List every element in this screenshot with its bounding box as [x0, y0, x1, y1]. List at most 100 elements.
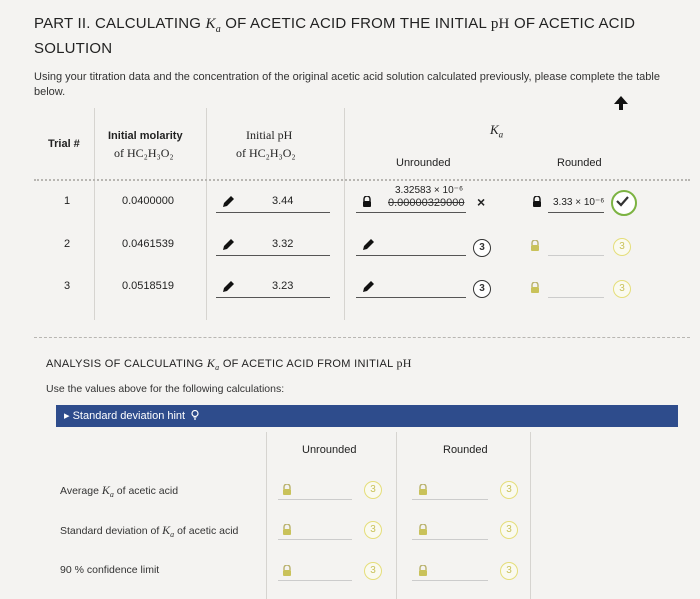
std-dev-ka-unrounded-attempts: 3 [364, 521, 382, 539]
analysis-heading-k: K [206, 356, 216, 370]
header-rounded: Rounded [557, 157, 602, 169]
header-molarity: Initial molarity [108, 130, 183, 142]
lock-icon [533, 196, 541, 207]
header-unrounded: Unrounded [396, 157, 451, 169]
pencil-icon[interactable] [221, 238, 235, 252]
grid-line [266, 432, 267, 599]
row1-unrounded-struck: 0.00000329000 [388, 197, 465, 209]
check-icon [611, 190, 637, 216]
header-ka: Ka [490, 122, 503, 140]
row2-molarity: 0.0461539 [122, 238, 174, 250]
label-part: Average [60, 485, 102, 497]
row1-rounded-value: 3.33 × 10⁻⁶ [553, 197, 605, 208]
pencil-icon[interactable] [221, 280, 235, 294]
lock-icon [419, 484, 427, 495]
average-ka-rounded-input[interactable] [412, 499, 488, 500]
analysis-heading-text-1: ANALYSIS OF CALCULATING [46, 358, 207, 370]
lightbulb-icon [191, 409, 199, 420]
std-dev-ka-label: Standard deviation of Ka of acetic acid [60, 523, 238, 539]
title-text-3: OF ACETIC ACID [509, 15, 636, 32]
row3-unrounded-input[interactable] [356, 297, 466, 298]
lock-icon [283, 565, 291, 576]
label-part: of acetic acid [174, 525, 239, 537]
row2-rounded-attempts-badge: 3 [613, 238, 631, 256]
row3-molarity: 0.0518519 [122, 280, 174, 292]
row3-rounded-input[interactable] [548, 297, 604, 298]
row2-rounded-input[interactable] [548, 255, 604, 256]
section-divider [34, 337, 690, 338]
analysis-header-unrounded: Unrounded [302, 444, 357, 456]
title-text-4: SOLUTION [34, 40, 113, 57]
confidence-limit-unrounded-input[interactable] [278, 580, 352, 581]
grid-line [530, 432, 531, 599]
grid-line [396, 432, 397, 599]
hint-label: ▸ Standard deviation hint [64, 410, 186, 422]
row1-molarity: 0.0400000 [122, 195, 174, 207]
page-title: PART II. CALCULATING Ka OF ACETIC ACID F… [34, 14, 674, 58]
row3-ph-underline [216, 297, 330, 298]
label-k: K [162, 523, 171, 537]
std-dev-ka-rounded-input[interactable] [412, 539, 488, 540]
average-ka-rounded-attempts: 3 [500, 481, 518, 499]
header-molarity-formula: of HC₂H₃O₂ [114, 146, 174, 160]
lock-icon [363, 196, 371, 207]
header-trial: Trial # [48, 138, 80, 150]
std-dev-ka-rounded-attempts: 3 [500, 521, 518, 539]
confidence-limit-rounded-attempts: 3 [500, 562, 518, 580]
row1-unrounded-underline [356, 212, 466, 213]
analysis-heading-ph: pH [396, 356, 412, 370]
header-ka-k: K [490, 122, 499, 137]
row1-unrounded-value: 3.32583 × 10⁻⁶ [395, 185, 464, 196]
lock-icon [419, 565, 427, 576]
confidence-limit-label: 90 % confidence limit [60, 564, 160, 576]
title-ph: pH [490, 16, 510, 32]
pencil-icon[interactable] [361, 280, 375, 294]
label-part: of acetic acid [113, 485, 179, 497]
row2-unrounded-input[interactable] [356, 255, 466, 256]
lock-icon [531, 240, 539, 251]
confidence-limit-rounded-input[interactable] [412, 580, 488, 581]
row1-rounded-underline [548, 212, 604, 213]
header-ph-formula: of HC₂H₃O₂ [236, 146, 296, 160]
header-ph: Initial pH [246, 128, 293, 142]
analysis-instruction: Use the values above for the following c… [46, 383, 285, 395]
row1-trial: 1 [64, 195, 71, 207]
title-k: K [205, 16, 216, 32]
row2-trial: 2 [64, 238, 71, 250]
row3-trial: 3 [64, 280, 71, 292]
row3-ph: 3.23 [272, 280, 294, 292]
grid-line [94, 108, 95, 320]
lock-icon [419, 524, 427, 535]
analysis-heading: ANALYSIS OF CALCULATING Ka OF ACETIC ACI… [46, 356, 412, 372]
label-k: K [101, 483, 110, 497]
lock-icon [531, 282, 539, 293]
header-separator [34, 179, 690, 181]
cursor-icon [614, 96, 628, 110]
row1-ph: 3.44 [272, 195, 294, 207]
row1-ph-underline [216, 212, 330, 213]
wrong-mark-icon: × [477, 194, 486, 210]
title-text-1: PART II. CALCULATING [34, 15, 206, 32]
row2-ph: 3.32 [272, 238, 294, 250]
header-ka-sub: a [498, 129, 504, 140]
analysis-header-rounded: Rounded [443, 444, 488, 456]
grid-line [344, 108, 345, 320]
standard-deviation-hint[interactable]: ▸ Standard deviation hint [56, 405, 678, 427]
pencil-icon[interactable] [221, 195, 235, 209]
title-text-2: OF ACETIC ACID FROM THE INITIAL [220, 15, 491, 32]
average-ka-unrounded-input[interactable] [278, 499, 352, 500]
intro-text: Using your titration data and the concen… [34, 71, 660, 98]
average-ka-label: Average Ka of acetic acid [60, 483, 178, 499]
analysis-heading-text-2: OF ACETIC ACID FROM INITIAL [219, 358, 397, 370]
lock-icon [283, 524, 291, 535]
std-dev-ka-unrounded-input[interactable] [278, 539, 352, 540]
row2-ph-underline [216, 255, 330, 256]
grid-line [206, 108, 207, 320]
label-part: Standard deviation of [60, 525, 163, 537]
average-ka-unrounded-attempts: 3 [364, 481, 382, 499]
row2-attempts-badge: 3 [473, 239, 491, 257]
row3-rounded-attempts-badge: 3 [613, 280, 631, 298]
row3-attempts-badge: 3 [473, 280, 491, 298]
pencil-icon[interactable] [361, 238, 375, 252]
confidence-limit-unrounded-attempts: 3 [364, 562, 382, 580]
